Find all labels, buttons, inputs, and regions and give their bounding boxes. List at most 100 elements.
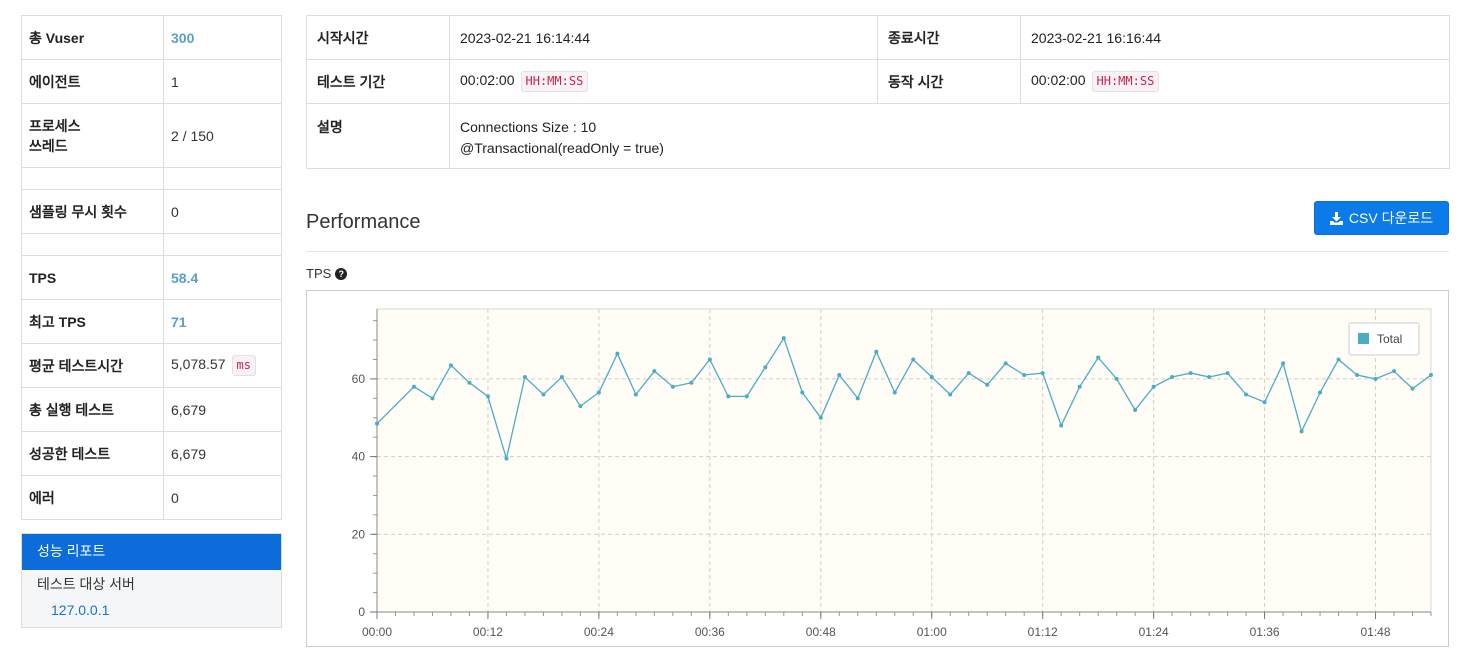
data-point (615, 351, 620, 356)
data-point (430, 396, 435, 401)
start-time-label: 시작시간 (306, 15, 450, 60)
test-duration-cell: 00:02:00 HH:MM:SS (449, 59, 878, 104)
summary-label: 프로세스 쓰레드 (21, 103, 164, 168)
x-tick-label: 01:12 (1028, 625, 1058, 639)
data-point (411, 384, 416, 389)
data-point (485, 394, 490, 399)
nav-item-server-link[interactable]: 127.0.0.1 (22, 596, 281, 620)
summary-value: 1 (163, 59, 282, 104)
summary-row-errors: 에러 0 (21, 475, 282, 520)
data-point (1114, 376, 1119, 381)
tps-chart-label: TPS ? (306, 266, 348, 281)
data-point (837, 373, 842, 378)
data-point (1040, 371, 1045, 376)
data-point (1281, 361, 1286, 366)
data-point (1170, 374, 1175, 379)
data-point (892, 390, 897, 395)
data-point (689, 380, 694, 385)
info-row-time: 시작시간 2023-02-21 16:14:44 종료시간 2023-02-21… (306, 15, 1450, 60)
test-info-table: 시작시간 2023-02-21 16:14:44 종료시간 2023-02-21… (306, 15, 1450, 169)
data-point (1133, 408, 1138, 412)
end-time-value: 2023-02-21 16:16:44 (1020, 15, 1450, 60)
data-point (1151, 384, 1156, 389)
tps-label-text: TPS (306, 266, 332, 281)
time-format-badge: HH:MM:SS (1091, 71, 1160, 92)
data-point (948, 392, 953, 397)
summary-label: 성공한 테스트 (21, 431, 164, 476)
data-point (1299, 429, 1304, 434)
data-point (707, 357, 712, 362)
data-point (855, 396, 860, 401)
x-tick-label: 01:00 (917, 625, 947, 639)
x-tick-label: 00:36 (695, 625, 725, 639)
description-value: Connections Size : 10 @Transactional(rea… (449, 103, 1450, 169)
data-point (911, 357, 916, 362)
test-duration-value: 00:02:00 (460, 72, 515, 88)
description-line: @Transactional(readOnly = true) (460, 140, 664, 156)
data-point (670, 384, 675, 389)
start-time-value: 2023-02-21 16:14:44 (449, 15, 878, 60)
data-point (800, 390, 805, 395)
y-tick-label: 40 (352, 450, 366, 464)
x-tick-label: 01:24 (1139, 625, 1169, 639)
data-point (929, 374, 934, 379)
data-point (1207, 374, 1212, 379)
data-point (985, 382, 990, 387)
data-point (1410, 386, 1415, 391)
mean-test-time-value: 5,078.57 (171, 356, 226, 372)
summary-row-mean-test-time: 평균 테스트시간 5,078.57 ms (21, 343, 282, 388)
summary-label-thread: 쓰레드 (29, 137, 68, 154)
data-point (652, 369, 657, 374)
data-point (874, 349, 879, 354)
x-tick-label: 00:12 (473, 625, 503, 639)
nav-item-performance-report[interactable]: 성능 리포트 (22, 534, 281, 570)
summary-spacer-row (21, 167, 282, 190)
summary-table: 총 Vuser 300 에이전트 1 프로세스 쓰레드 2 / 150 샘플링 … (21, 15, 282, 520)
summary-value: 0 (163, 475, 282, 520)
summary-value: 6,679 (163, 387, 282, 432)
summary-label: 최고 TPS (21, 299, 164, 344)
summary-label: 샘플링 무시 횟수 (21, 189, 164, 234)
data-point (596, 390, 601, 395)
download-icon (1329, 211, 1343, 225)
data-point (1244, 392, 1249, 397)
data-point (1355, 373, 1360, 378)
data-point (1262, 400, 1267, 405)
summary-value: 0 (163, 189, 282, 234)
x-tick-label: 00:24 (584, 625, 614, 639)
legend-label: Total (1377, 332, 1402, 346)
summary-row-vuser: 총 Vuser 300 (21, 15, 282, 60)
summary-label: 에러 (21, 475, 164, 520)
summary-value: 71 (163, 299, 282, 344)
data-point (818, 415, 823, 420)
data-point (1022, 373, 1027, 378)
tps-chart: 0 20 40 60 00:00 00:12 00:24 00:36 00:48 01:00 01:… (306, 290, 1449, 647)
csv-download-button[interactable]: CSV 다운로드 (1314, 201, 1449, 235)
x-tick-label: 00:00 (362, 625, 392, 639)
info-row-duration: 테스트 기간 00:02:00 HH:MM:SS 동작 시간 00:02:00 HH… (306, 59, 1450, 104)
data-point (1392, 369, 1397, 374)
performance-title: Performance (306, 211, 421, 233)
data-point (1429, 373, 1433, 378)
data-point (1373, 376, 1378, 381)
data-point (1003, 361, 1008, 366)
summary-label: TPS (21, 255, 164, 300)
data-point (467, 380, 472, 385)
run-time-value: 00:02:00 (1031, 72, 1086, 88)
data-point (744, 394, 749, 399)
question-circle-icon[interactable]: ? (335, 267, 348, 280)
y-tick-label: 0 (358, 605, 365, 619)
summary-value: 58.4 (163, 255, 282, 300)
legend-swatch (1358, 333, 1369, 344)
data-point (448, 363, 453, 368)
summary-label-process: 프로세스 (29, 117, 81, 134)
data-point (633, 392, 638, 397)
data-point (1188, 371, 1193, 376)
data-point (1336, 357, 1341, 362)
description-label: 설명 (306, 103, 450, 169)
data-point (375, 421, 379, 426)
data-point (1059, 423, 1064, 428)
run-time-label: 동작 시간 (877, 59, 1021, 104)
summary-spacer-row (21, 233, 282, 256)
data-point (559, 374, 564, 379)
